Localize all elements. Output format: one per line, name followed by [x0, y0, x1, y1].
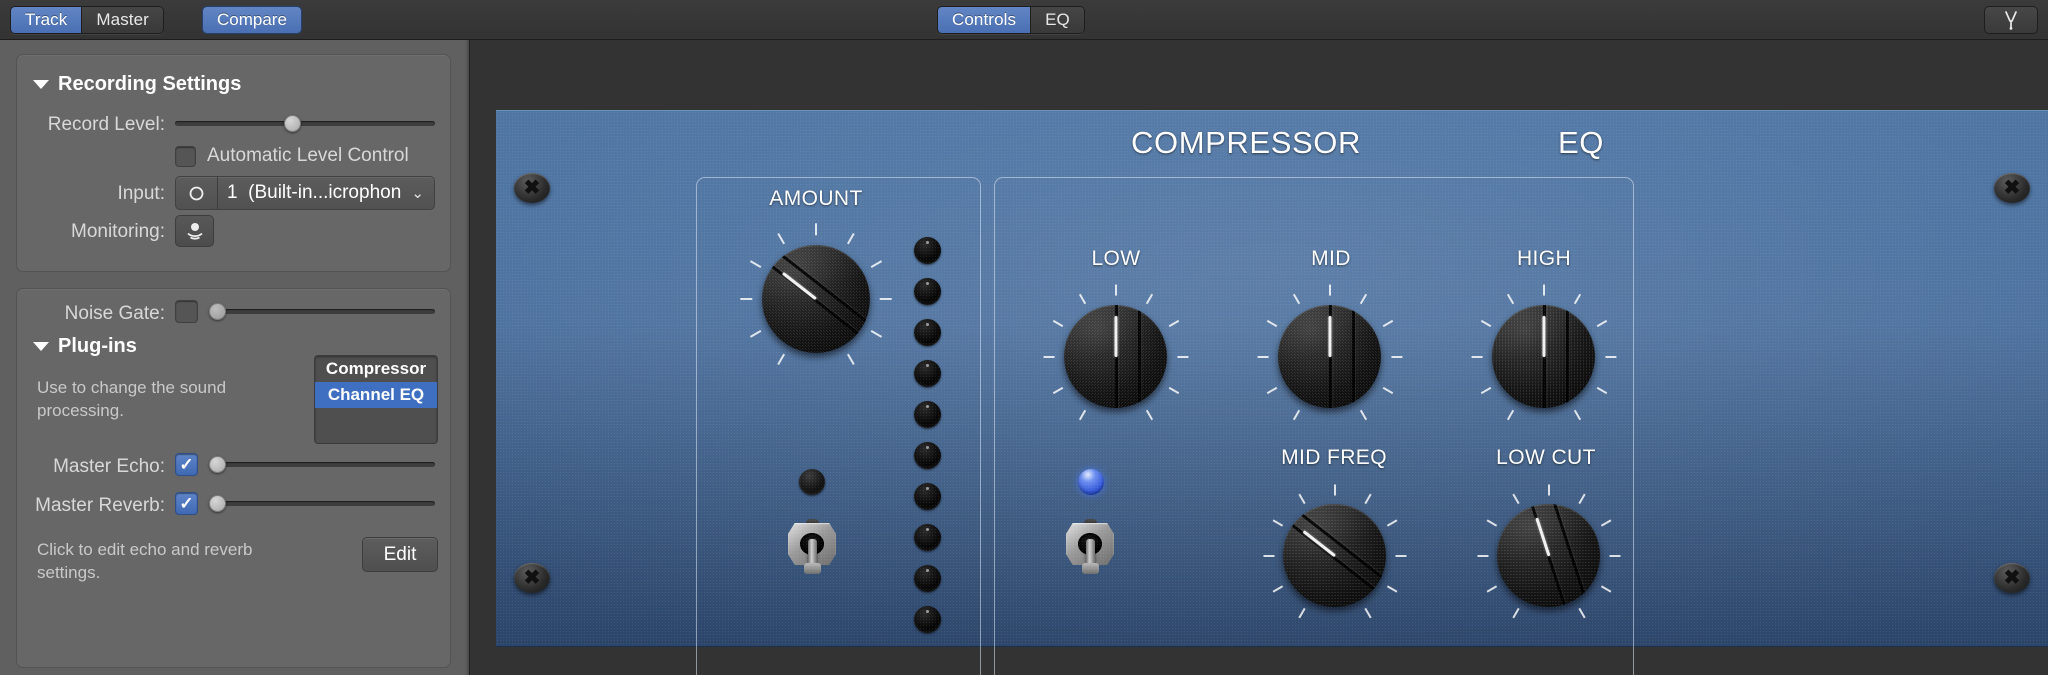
- screw-top-left: ✖: [514, 173, 550, 203]
- compressor-lamp: [799, 469, 825, 495]
- plugins-title: Plug-ins: [58, 335, 137, 357]
- master-echo-slider[interactable]: [209, 456, 435, 473]
- plugins-hint: Use to change the sound processing.: [37, 378, 227, 420]
- automatic-level-control-label: Automatic Level Control: [207, 145, 409, 166]
- noise-gate-slider[interactable]: [209, 303, 435, 320]
- recording-settings-disclosure[interactable]: Recording Settings: [33, 73, 241, 96]
- input-label: Input:: [117, 183, 165, 204]
- monitoring-label: Monitoring:: [71, 221, 165, 242]
- compare-button[interactable]: Compare: [202, 6, 302, 34]
- master-reverb-thumb[interactable]: [209, 495, 226, 512]
- knob-groove: [1547, 504, 1598, 607]
- compressor-level-meter: [914, 237, 941, 647]
- edit-button[interactable]: Edit: [362, 537, 438, 572]
- mid-freq-knob-label: MID FREQ: [1281, 446, 1387, 469]
- chevron-down-icon: ⌄: [411, 185, 424, 202]
- input-channel-indicator: [176, 177, 218, 209]
- circle-icon: [189, 186, 204, 200]
- plugin-device-stage: ✖ ✖ ✖ ✖ COMPRESSOR AMOUNT EQ LOW MID HIG…: [496, 40, 2048, 675]
- knob-groove: [1524, 504, 1576, 607]
- record-level-label: Record Level:: [47, 114, 165, 135]
- high-knob[interactable]: [1470, 283, 1617, 424]
- plugins-card: Noise Gate: Plug-ins Use to change the s…: [16, 288, 451, 668]
- master-reverb-checkbox[interactable]: [175, 492, 198, 515]
- noise-gate-checkbox[interactable]: [175, 300, 198, 323]
- meter-led: [914, 237, 941, 264]
- controls-eq-segmented-control[interactable]: Controls EQ: [937, 6, 1085, 34]
- tab-controls[interactable]: Controls: [938, 7, 1032, 33]
- screw-top-right: ✖: [1994, 173, 2030, 203]
- low-knob-label: LOW: [1091, 247, 1141, 270]
- eq-section-title: EQ: [1558, 125, 1604, 160]
- low-cut-knob[interactable]: [1476, 483, 1621, 622]
- device-faceplate: ✖ ✖ ✖ ✖ COMPRESSOR AMOUNT EQ LOW MID HIG…: [496, 110, 2048, 675]
- amount-knob-label: AMOUNT: [769, 187, 863, 210]
- track-master-segmented-control[interactable]: Track Master: [10, 6, 164, 34]
- screw-bottom-right: ✖: [1994, 563, 2030, 593]
- disclosure-triangle-icon: [33, 80, 49, 89]
- meter-led: [914, 319, 941, 346]
- knob-groove: [1352, 304, 1356, 409]
- knob-groove: [762, 251, 870, 353]
- recording-settings-title: Recording Settings: [58, 73, 242, 95]
- eq-lamp: [1078, 469, 1104, 495]
- meter-led: [914, 360, 941, 387]
- automatic-level-control-checkbox[interactable]: [175, 146, 196, 167]
- knob-groove: [1297, 510, 1386, 607]
- plugins-list[interactable]: Compressor Channel EQ: [314, 355, 438, 444]
- knob-groove: [1566, 304, 1570, 409]
- mid-knob[interactable]: [1256, 283, 1403, 424]
- knob-groove: [1138, 304, 1142, 409]
- edit-hint: Click to edit echo and reverb settings.: [37, 540, 253, 582]
- master-echo-label: Master Echo:: [53, 456, 165, 477]
- low-knob[interactable]: [1042, 283, 1189, 424]
- meter-led: [914, 606, 941, 633]
- tuner-button[interactable]: [1984, 6, 2038, 34]
- tuning-fork-icon: [2005, 11, 2017, 30]
- meter-led: [914, 565, 941, 592]
- master-echo-thumb[interactable]: [209, 456, 226, 473]
- low-cut-knob-label: LOW CUT: [1496, 446, 1596, 469]
- record-level-slider[interactable]: [175, 115, 435, 132]
- list-item[interactable]: Channel EQ: [315, 382, 437, 408]
- record-level-thumb[interactable]: [284, 115, 301, 132]
- mid-freq-knob[interactable]: [1262, 483, 1407, 622]
- tab-master[interactable]: Master: [82, 7, 163, 33]
- compressor-power-switch[interactable]: [784, 513, 840, 575]
- meter-led: [914, 442, 941, 469]
- amount-knob[interactable]: [740, 223, 892, 369]
- top-toolbar: Track Master Compare Controls EQ: [0, 0, 2048, 40]
- tab-track[interactable]: Track: [11, 7, 83, 33]
- monitoring-button[interactable]: [175, 215, 214, 247]
- plugins-disclosure[interactable]: Plug-ins: [33, 335, 137, 358]
- meter-led: [914, 524, 941, 551]
- master-echo-checkbox[interactable]: [175, 453, 198, 476]
- compressor-section-title: COMPRESSOR: [1131, 125, 1361, 160]
- mid-knob-label: MID: [1311, 247, 1351, 270]
- master-reverb-label: Master Reverb:: [35, 495, 165, 516]
- master-reverb-slider[interactable]: [209, 495, 435, 512]
- screw-bottom-left: ✖: [514, 563, 550, 593]
- tab-eq[interactable]: EQ: [1031, 7, 1084, 33]
- knob-groove: [1283, 510, 1386, 607]
- monitoring-icon: [186, 223, 203, 240]
- plugin-window: Track Master Compare Controls EQ Recordi…: [0, 0, 2048, 675]
- knob-pointer: [1114, 315, 1117, 357]
- meter-led: [914, 483, 941, 510]
- knob-pointer: [1542, 315, 1545, 357]
- meter-led: [914, 401, 941, 428]
- noise-gate-thumb[interactable]: [209, 303, 226, 320]
- disclosure-triangle-icon: [33, 342, 49, 351]
- knob-pointer: [1328, 315, 1331, 357]
- knob-groove: [776, 251, 870, 353]
- high-knob-label: HIGH: [1516, 247, 1572, 270]
- left-sidebar: Recording Settings Record Level: Automat…: [0, 40, 470, 675]
- eq-power-switch[interactable]: [1062, 513, 1118, 575]
- input-value: 1 (Built-in...icrophone): [227, 182, 402, 203]
- recording-settings-card: Recording Settings Record Level: Automat…: [16, 54, 451, 272]
- list-item[interactable]: Compressor: [315, 356, 437, 382]
- meter-led: [914, 278, 941, 305]
- input-dropdown[interactable]: 1 (Built-in...icrophone) ⌄: [175, 176, 435, 210]
- noise-gate-label: Noise Gate:: [64, 303, 165, 324]
